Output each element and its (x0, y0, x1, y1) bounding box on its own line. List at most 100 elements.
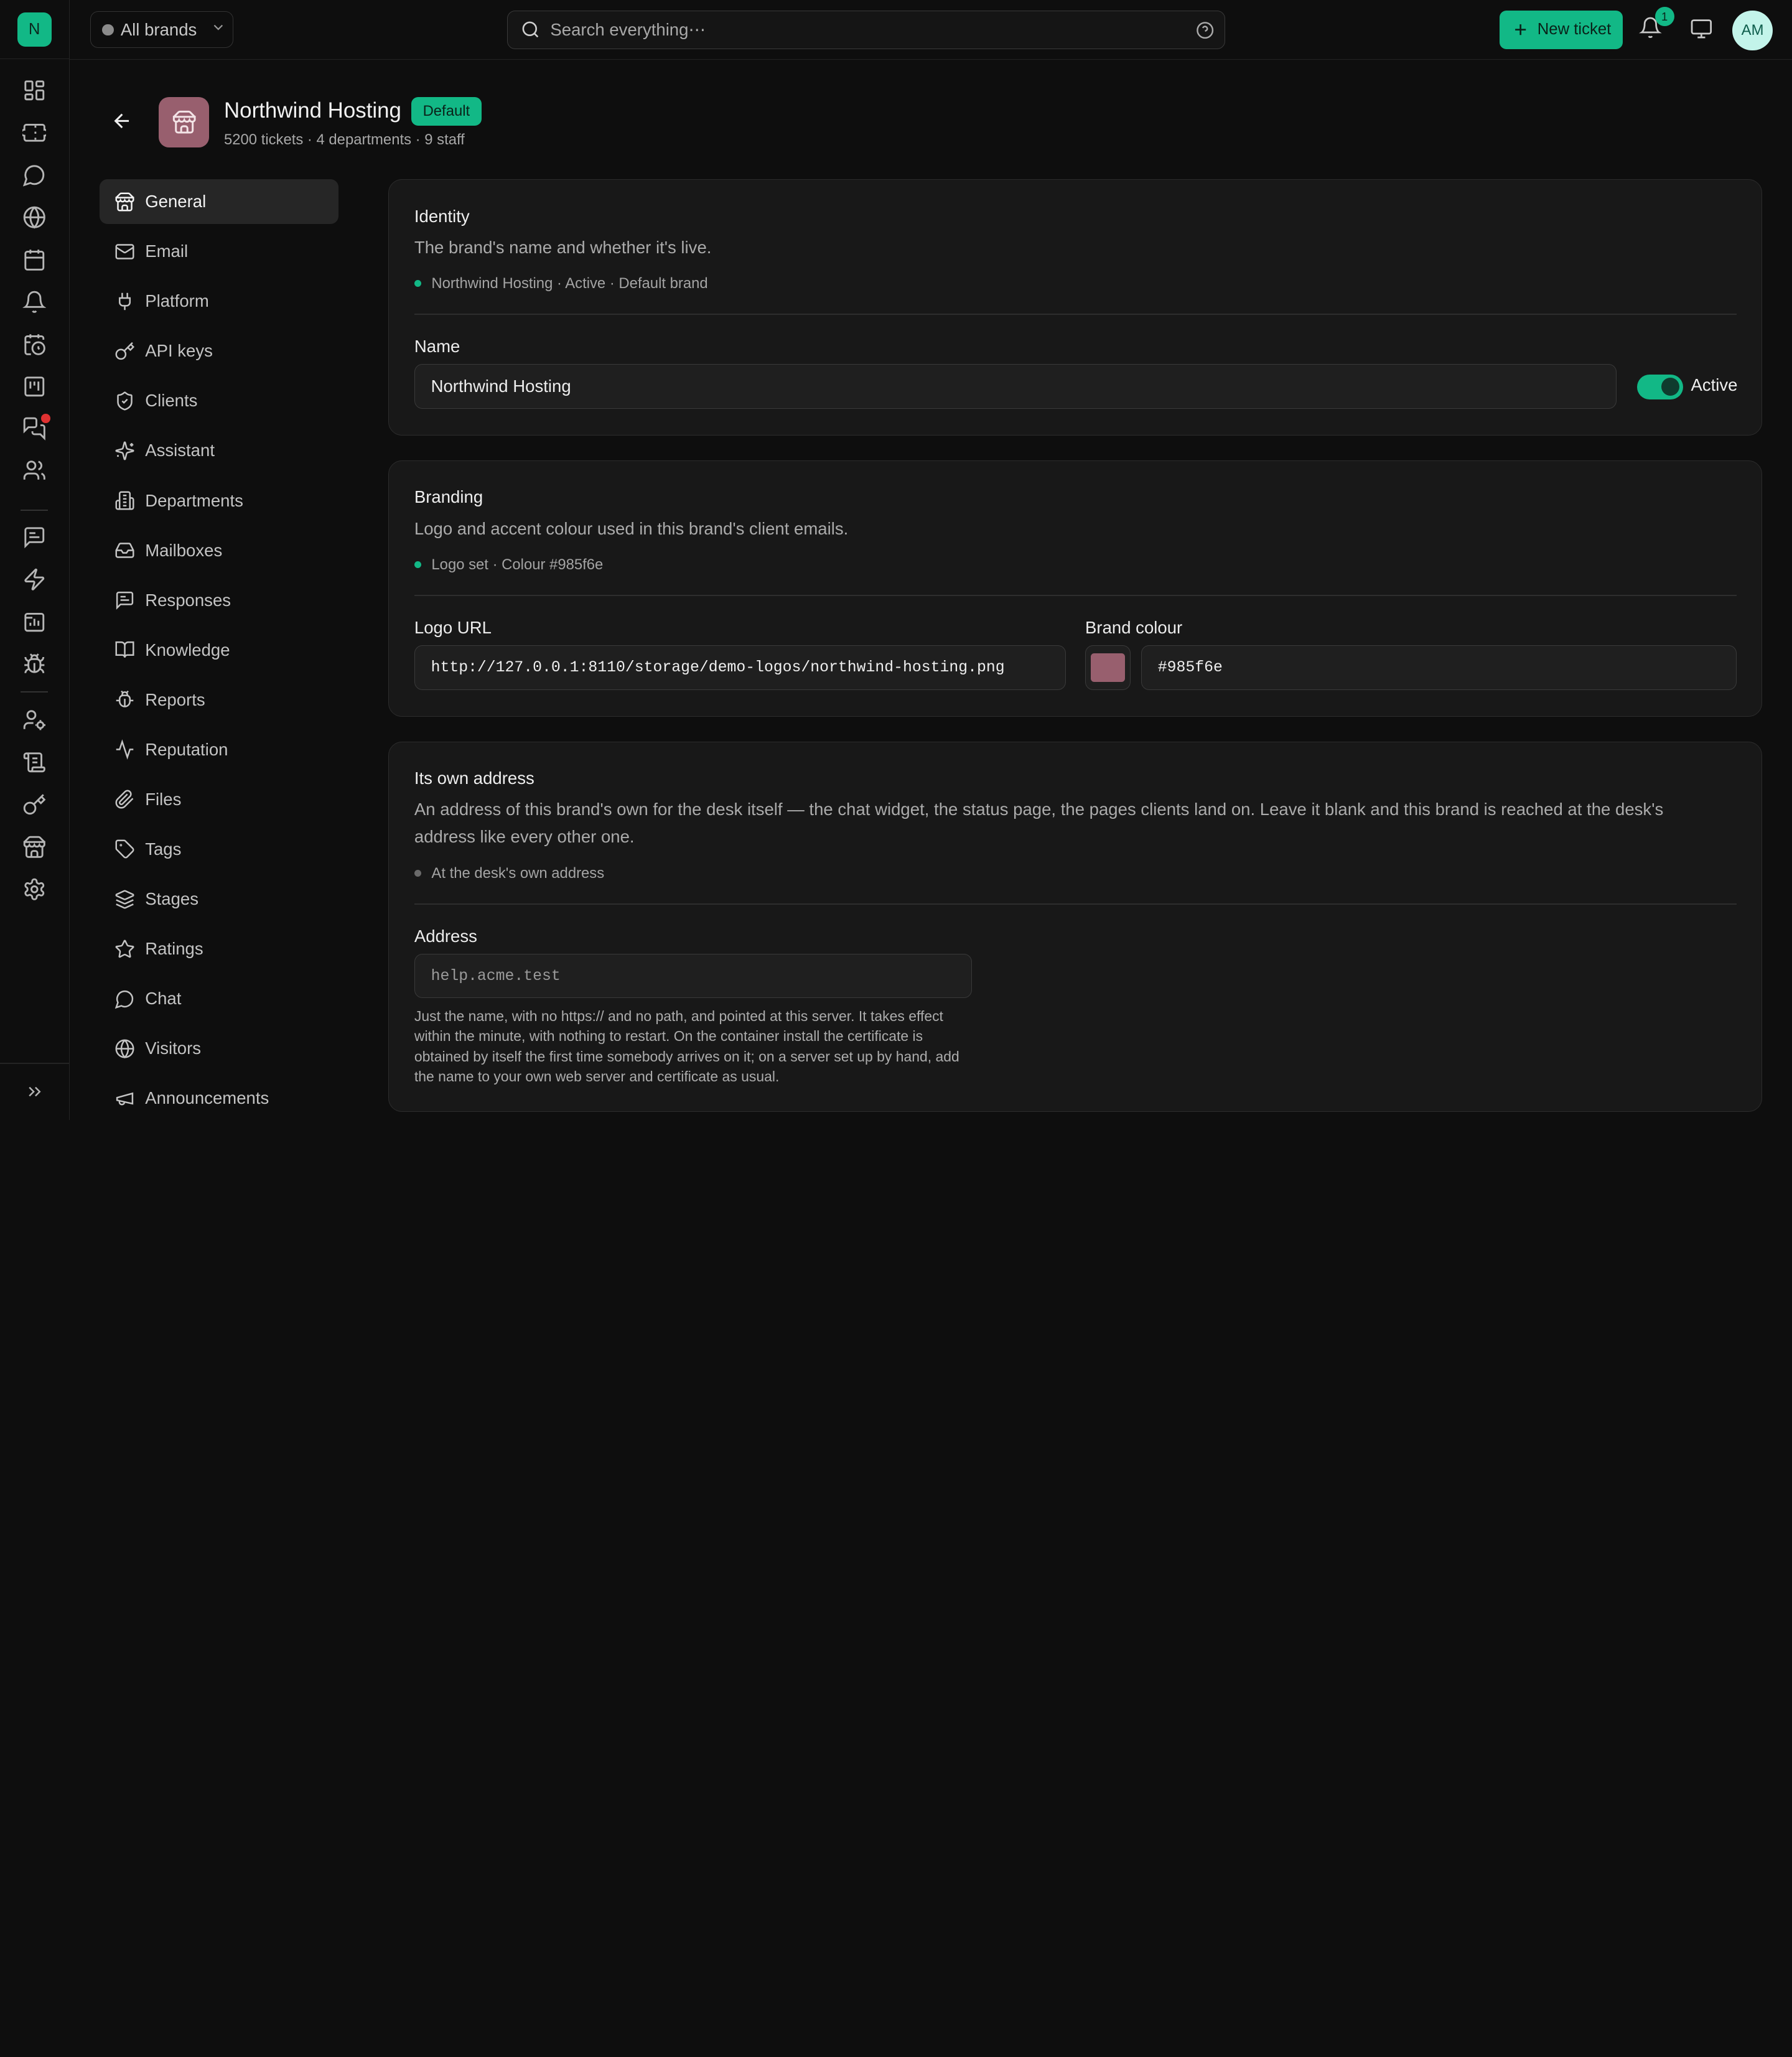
book-open-icon (114, 640, 135, 660)
nav-item-api-keys[interactable]: API keys (100, 329, 338, 374)
nav-item-label: Announcements (145, 1088, 269, 1108)
status-dot (414, 561, 421, 569)
address-description: An address of this brand's own for the d… (414, 800, 1664, 847)
identity-title: Identity (414, 206, 470, 226)
name-field-label: Name (414, 336, 460, 356)
nav-item-email[interactable]: Email (100, 229, 338, 274)
nav-item-label: API keys (145, 341, 213, 361)
monitor-icon[interactable] (1690, 17, 1713, 45)
scroll-icon[interactable] (21, 749, 48, 776)
globe-icon[interactable] (21, 203, 48, 231)
nav-item-label: Assistant (145, 441, 215, 460)
store-icon (172, 110, 197, 134)
brand-filter-select[interactable]: All brands (90, 11, 233, 49)
nav-item-label: General (145, 192, 207, 212)
identity-card: Identity The brand's name and whether it… (388, 179, 1763, 436)
page-subtitle: 5200 tickets · 4 departments · 9 staff (223, 131, 465, 149)
card-divider (414, 595, 1737, 596)
nav-item-label: Tags (145, 839, 182, 859)
ticket-icon[interactable] (21, 119, 48, 146)
rail-divider (0, 1063, 70, 1064)
colour-swatch (1091, 653, 1126, 682)
toggle-knob (1661, 378, 1680, 396)
tag-icon (114, 839, 135, 859)
calendar-icon[interactable] (21, 246, 48, 273)
nav-item-stages[interactable]: Stages (100, 877, 338, 921)
address-title: Its own address (414, 768, 534, 788)
page-title: Northwind Hosting (223, 98, 401, 123)
nav-item-assistant[interactable]: Assistant (100, 429, 338, 473)
folder-chart-icon[interactable] (21, 608, 48, 635)
default-badge: Default (411, 97, 482, 126)
back-arrow-icon[interactable] (111, 110, 134, 138)
user-cog-icon[interactable] (21, 706, 48, 734)
key-icon[interactable] (21, 791, 48, 818)
brand-filter-dot (102, 24, 114, 35)
identity-status: Northwind Hosting · Active · Default bra… (414, 275, 708, 292)
top-bar: All brands New ticket 1 (70, 0, 1792, 60)
chevrons-right-icon[interactable] (24, 1081, 45, 1107)
settings-nav: General Email Platform API keys Clients … (99, 179, 338, 1120)
nav-item-reports[interactable]: Reports (100, 678, 338, 722)
identity-description: The brand's name and whether it's live. (414, 237, 712, 257)
nav-item-departments[interactable]: Departments (100, 478, 338, 523)
app-logo[interactable]: N (17, 12, 52, 47)
store-icon[interactable] (21, 833, 48, 861)
help-circle-icon[interactable] (1196, 21, 1214, 44)
status-dot (414, 870, 421, 877)
nav-item-label: Stages (145, 889, 198, 909)
address-status: At the desk's own address (414, 865, 604, 882)
address-field[interactable] (414, 953, 973, 999)
address-card: Its own address An address of this brand… (388, 742, 1763, 1112)
search-icon (521, 20, 540, 39)
mail-icon (114, 241, 135, 262)
address-hint: Just the name, with no https:// and no p… (414, 1008, 959, 1084)
plus-icon (1511, 21, 1529, 39)
app-root: N All brands Search everything⋯ New tick… (0, 0, 1792, 1120)
calendar-clock-icon[interactable] (21, 330, 48, 358)
search-input[interactable] (550, 19, 1168, 40)
nav-item-files[interactable]: Files (100, 777, 338, 822)
nav-item-announcements[interactable]: Announcements (100, 1076, 338, 1119)
brand-colour-label: Brand colour (1085, 617, 1183, 637)
brand-logo (159, 97, 210, 147)
bug-icon[interactable] (21, 650, 48, 678)
chevron-down-icon (210, 19, 226, 40)
paperclip-icon (114, 789, 135, 809)
nav-item-reputation[interactable]: Reputation (100, 727, 338, 772)
nav-item-label: Reports (145, 689, 205, 709)
dashboard-icon[interactable] (21, 77, 48, 104)
brand-colour-field[interactable] (1141, 645, 1737, 690)
nav-item-clients[interactable]: Clients (100, 379, 338, 424)
nav-item-ratings[interactable]: Ratings (100, 926, 338, 971)
logo-url-field[interactable] (414, 645, 1066, 690)
new-ticket-button[interactable]: New ticket (1499, 10, 1623, 49)
new-ticket-label: New ticket (1537, 21, 1612, 39)
name-field[interactable] (414, 364, 1617, 409)
colour-picker[interactable] (1085, 645, 1131, 690)
branding-title: Branding (414, 487, 483, 507)
bell-icon[interactable] (21, 288, 48, 315)
nav-item-label: Departments (145, 490, 243, 510)
nav-item-tags[interactable]: Tags (100, 827, 338, 872)
nav-item-mailboxes[interactable]: Mailboxes (100, 528, 338, 573)
users-icon[interactable] (21, 457, 48, 485)
settings-icon[interactable] (21, 875, 48, 903)
nav-item-platform[interactable]: Platform (100, 279, 338, 324)
global-search[interactable] (507, 10, 1225, 49)
nav-item-visitors[interactable]: Visitors (100, 1026, 338, 1071)
nav-item-label: Visitors (145, 1038, 202, 1058)
user-avatar[interactable]: AM (1732, 10, 1773, 50)
nav-item-responses[interactable]: Responses (100, 578, 338, 623)
icon-rail: N (0, 0, 70, 1120)
chat-bubble-icon[interactable] (21, 161, 48, 189)
nav-item-knowledge[interactable]: Knowledge (100, 628, 338, 673)
message-square-text-icon[interactable] (21, 523, 48, 551)
zap-icon[interactable] (21, 566, 48, 593)
kanban-icon[interactable] (21, 373, 48, 400)
store-icon (114, 192, 135, 212)
active-toggle-label: Active (1691, 375, 1738, 395)
nav-item-chat[interactable]: Chat (100, 976, 338, 1021)
nav-item-general[interactable]: General (99, 179, 338, 224)
active-toggle[interactable] (1637, 374, 1683, 399)
